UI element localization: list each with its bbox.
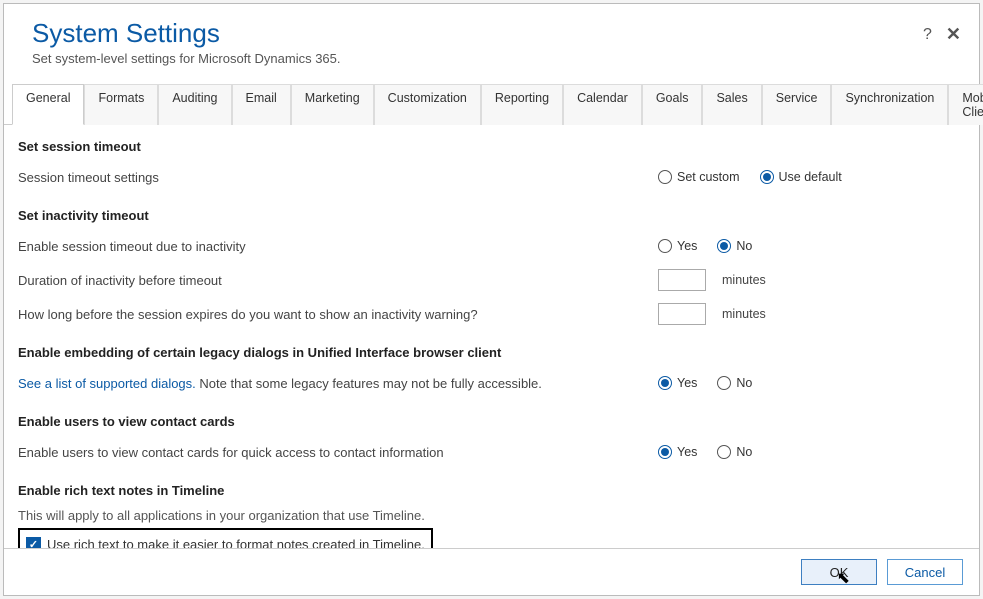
radio-icon: [717, 445, 731, 459]
input-warning-inactivity[interactable]: [658, 303, 706, 325]
note-legacy: Note that some legacy features may not b…: [196, 376, 542, 391]
radio-icon: [760, 170, 774, 184]
cancel-button[interactable]: Cancel: [887, 559, 963, 585]
content-panel: Set session timeout Session timeout sett…: [4, 125, 979, 548]
tab-auditing[interactable]: Auditing: [158, 84, 231, 125]
radio-label-no: No: [736, 239, 752, 253]
dialog-footer: OK ⬉ Cancel: [4, 548, 979, 595]
radio-label-set-custom: Set custom: [677, 170, 740, 184]
heading-legacy-dialogs: Enable embedding of certain legacy dialo…: [18, 345, 961, 360]
label-contact-cards: Enable users to view contact cards for q…: [18, 445, 658, 460]
row-enable-inactivity: Enable session timeout due to inactivity…: [18, 231, 961, 261]
heading-inactivity-timeout: Set inactivity timeout: [18, 208, 961, 223]
link-supported-dialogs[interactable]: See a list of supported dialogs.: [18, 376, 196, 391]
radio-set-custom[interactable]: Set custom: [658, 170, 740, 184]
row-duration-inactivity: Duration of inactivity before timeout mi…: [18, 265, 961, 295]
close-icon[interactable]: ✕: [946, 24, 961, 45]
row-legacy-dialogs: See a list of supported dialogs. Note th…: [18, 368, 961, 398]
tab-mobile-client[interactable]: Mobile Client: [948, 84, 983, 125]
page-subtitle: Set system-level settings for Microsoft …: [32, 51, 959, 66]
heading-richtext: Enable rich text notes in Timeline: [18, 483, 961, 498]
radio-label-yes: Yes: [677, 239, 697, 253]
input-duration-inactivity[interactable]: [658, 269, 706, 291]
dialog-header: System Settings Set system-level setting…: [4, 4, 979, 84]
heading-contact-cards: Enable users to view contact cards: [18, 414, 961, 429]
radio-label-yes: Yes: [677, 445, 697, 459]
radio-icon: [658, 376, 672, 390]
cancel-button-label: Cancel: [905, 565, 945, 580]
radio-group-legacy: Yes No: [658, 376, 752, 390]
radio-icon: [658, 445, 672, 459]
radio-legacy-yes[interactable]: Yes: [658, 376, 697, 390]
radio-use-default[interactable]: Use default: [760, 170, 842, 184]
checkbox-label-richtext: Use rich text to make it easier to forma…: [47, 537, 425, 549]
tab-bar: General Formats Auditing Email Marketing…: [4, 84, 979, 125]
radio-icon: [717, 376, 731, 390]
tab-email[interactable]: Email: [232, 84, 291, 125]
radio-label-use-default: Use default: [779, 170, 842, 184]
heading-session-timeout: Set session timeout: [18, 139, 961, 154]
tab-sales[interactable]: Sales: [702, 84, 761, 125]
system-settings-dialog: System Settings Set system-level setting…: [3, 3, 980, 596]
radio-icon: [717, 239, 731, 253]
row-session-timeout-settings: Session timeout settings Set custom Use …: [18, 162, 961, 192]
tab-reporting[interactable]: Reporting: [481, 84, 563, 125]
ok-button-label: OK: [830, 565, 849, 580]
radio-label-no: No: [736, 376, 752, 390]
note-richtext-sub1: This will apply to all applications in y…: [18, 506, 961, 526]
checkbox-row-richtext[interactable]: ✓ Use rich text to make it easier to for…: [24, 533, 427, 549]
tab-formats[interactable]: Formats: [84, 84, 158, 125]
tab-marketing[interactable]: Marketing: [291, 84, 374, 125]
header-icons: ? ✕: [923, 24, 961, 45]
radio-group-session-timeout: Set custom Use default: [658, 170, 842, 184]
radio-group-contact-cards: Yes No: [658, 445, 752, 459]
radio-inactivity-no[interactable]: No: [717, 239, 752, 253]
tab-general[interactable]: General: [12, 84, 84, 125]
tab-service[interactable]: Service: [762, 84, 832, 125]
radio-icon: [658, 239, 672, 253]
radio-label-no: No: [736, 445, 752, 459]
tab-customization[interactable]: Customization: [374, 84, 481, 125]
radio-contact-yes[interactable]: Yes: [658, 445, 697, 459]
radio-legacy-no[interactable]: No: [717, 376, 752, 390]
help-icon[interactable]: ?: [923, 26, 932, 44]
page-title: System Settings: [32, 18, 959, 49]
radio-inactivity-yes[interactable]: Yes: [658, 239, 697, 253]
label-duration-inactivity: Duration of inactivity before timeout: [18, 273, 658, 288]
radio-icon: [658, 170, 672, 184]
highlight-richtext-checkbox: ✓ Use rich text to make it easier to for…: [18, 528, 433, 549]
row-contact-cards: Enable users to view contact cards for q…: [18, 437, 961, 467]
radio-contact-no[interactable]: No: [717, 445, 752, 459]
tab-calendar[interactable]: Calendar: [563, 84, 642, 125]
radio-group-enable-inactivity: Yes No: [658, 239, 752, 253]
tab-goals[interactable]: Goals: [642, 84, 703, 125]
checkbox-icon: ✓: [26, 537, 41, 549]
label-enable-inactivity: Enable session timeout due to inactivity: [18, 239, 658, 254]
unit-minutes: minutes: [722, 273, 766, 287]
label-warning-inactivity: How long before the session expires do y…: [18, 307, 658, 322]
ok-button[interactable]: OK ⬉: [801, 559, 877, 585]
unit-minutes: minutes: [722, 307, 766, 321]
radio-label-yes: Yes: [677, 376, 697, 390]
row-warning-inactivity: How long before the session expires do y…: [18, 299, 961, 329]
label-session-timeout: Session timeout settings: [18, 170, 658, 185]
label-legacy-dialogs: See a list of supported dialogs. Note th…: [18, 376, 658, 391]
tab-synchronization[interactable]: Synchronization: [831, 84, 948, 125]
